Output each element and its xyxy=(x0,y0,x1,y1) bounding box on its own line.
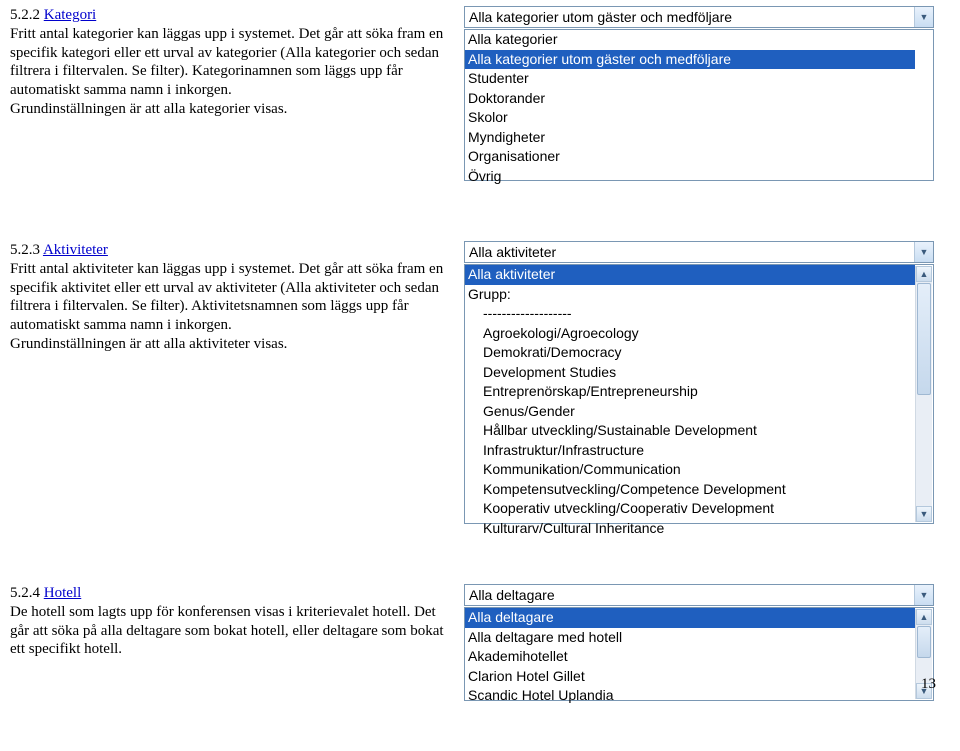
list-item[interactable]: Hållbar utveckling/Sustainable Developme… xyxy=(465,421,915,441)
section-aktiviteter: 5.2.3 Aktiviteter Fritt antal aktivitete… xyxy=(10,241,950,524)
hotell-heading-num: 5.2.4 xyxy=(10,585,44,601)
list-item[interactable]: Doktorander xyxy=(465,89,915,109)
page-number: 13 xyxy=(921,676,936,693)
hotell-dropdown-selected: Alla deltagare xyxy=(465,587,914,603)
list-item[interactable]: Demokrati/Democracy xyxy=(465,343,915,363)
list-item[interactable]: Development Studies xyxy=(465,363,915,383)
aktiviteter-widget-column: Alla aktiviteter ▼ Alla aktiviteterGrupp… xyxy=(464,241,934,524)
list-item[interactable]: Clarion Hotel Gillet xyxy=(465,667,915,687)
kategori-widget-column: Alla kategorier utom gäster och medfölja… xyxy=(464,6,934,181)
aktiviteter-listbox[interactable]: Alla aktiviteterGrupp:------------------… xyxy=(464,264,934,524)
list-item[interactable]: Grupp: xyxy=(465,285,915,305)
section-hotell: 5.2.4 Hotell De hotell som lagts upp för… xyxy=(10,584,950,701)
kategori-dropdown[interactable]: Alla kategorier utom gäster och medfölja… xyxy=(464,6,934,28)
list-item[interactable]: Genus/Gender xyxy=(465,402,915,422)
list-item[interactable]: Alla deltagare med hotell xyxy=(465,628,915,648)
list-item[interactable]: Kommunikation/Communication xyxy=(465,460,915,480)
kategori-body: Fritt antal kategorier kan läggas upp i … xyxy=(10,25,450,119)
aktiviteter-text-column: 5.2.3 Aktiviteter Fritt antal aktivitete… xyxy=(10,241,450,524)
hotell-text-column: 5.2.4 Hotell De hotell som lagts upp för… xyxy=(10,584,450,701)
kategori-listbox[interactable]: Alla kategorierAlla kategorier utom gäst… xyxy=(464,29,934,181)
chevron-down-icon[interactable]: ▼ xyxy=(914,7,933,27)
aktiviteter-body: Fritt antal aktiviteter kan läggas upp i… xyxy=(10,260,450,354)
scroll-up-icon[interactable]: ▲ xyxy=(916,266,932,282)
list-item[interactable]: Scandic Hotel Uplandia xyxy=(465,686,915,706)
list-item[interactable]: Myndigheter xyxy=(465,128,915,148)
list-item[interactable]: Kulturarv/Cultural Inheritance xyxy=(465,519,915,539)
list-item[interactable]: Alla deltagare xyxy=(465,608,915,628)
aktiviteter-heading-link[interactable]: Aktiviteter xyxy=(43,242,108,258)
list-item[interactable]: Alla aktiviteter xyxy=(465,265,915,285)
list-item[interactable]: ------------------- xyxy=(465,304,915,324)
list-item[interactable]: Kompetensutveckling/Competence Developme… xyxy=(465,480,915,500)
scroll-down-icon[interactable]: ▼ xyxy=(916,506,932,522)
aktiviteter-dropdown[interactable]: Alla aktiviteter ▼ xyxy=(464,241,934,263)
kategori-heading-link[interactable]: Kategori xyxy=(44,7,96,23)
hotell-dropdown[interactable]: Alla deltagare ▼ xyxy=(464,584,934,606)
aktiviteter-dropdown-selected: Alla aktiviteter xyxy=(465,244,914,260)
scroll-up-icon[interactable]: ▲ xyxy=(916,609,932,625)
chevron-down-icon[interactable]: ▼ xyxy=(914,585,933,605)
list-item[interactable]: Övrig xyxy=(465,167,915,187)
hotell-body: De hotell som lagts upp för konferensen … xyxy=(10,603,450,659)
list-item[interactable]: Organisationer xyxy=(465,147,915,167)
kategori-dropdown-selected: Alla kategorier utom gäster och medfölja… xyxy=(465,9,914,25)
scrollbar[interactable]: ▲ ▼ xyxy=(915,266,932,522)
list-item[interactable]: Alla kategorier xyxy=(465,30,915,50)
list-item[interactable]: Akademihotellet xyxy=(465,647,915,667)
scroll-thumb[interactable] xyxy=(917,283,931,395)
kategori-heading-num: 5.2.2 xyxy=(10,7,44,23)
list-item[interactable]: Entreprenörskap/Entrepreneurship xyxy=(465,382,915,402)
list-item[interactable]: Alla kategorier utom gäster och medfölja… xyxy=(465,50,915,70)
section-kategori: 5.2.2 Kategori Fritt antal kategorier ka… xyxy=(10,6,950,181)
kategori-text-column: 5.2.2 Kategori Fritt antal kategorier ka… xyxy=(10,6,450,181)
aktiviteter-heading-num: 5.2.3 xyxy=(10,242,43,258)
list-item[interactable]: Studenter xyxy=(465,69,915,89)
chevron-down-icon[interactable]: ▼ xyxy=(914,242,933,262)
hotell-listbox[interactable]: Alla deltagareAlla deltagare med hotellA… xyxy=(464,607,934,701)
list-item[interactable]: Agroekologi/Agroecology xyxy=(465,324,915,344)
scroll-thumb[interactable] xyxy=(917,626,931,658)
list-item[interactable]: Skolor xyxy=(465,108,915,128)
hotell-widget-column: Alla deltagare ▼ Alla deltagareAlla delt… xyxy=(464,584,934,701)
list-item[interactable]: Kooperativ utveckling/Cooperativ Develop… xyxy=(465,499,915,519)
hotell-heading-link[interactable]: Hotell xyxy=(44,585,82,601)
list-item[interactable]: Infrastruktur/Infrastructure xyxy=(465,441,915,461)
